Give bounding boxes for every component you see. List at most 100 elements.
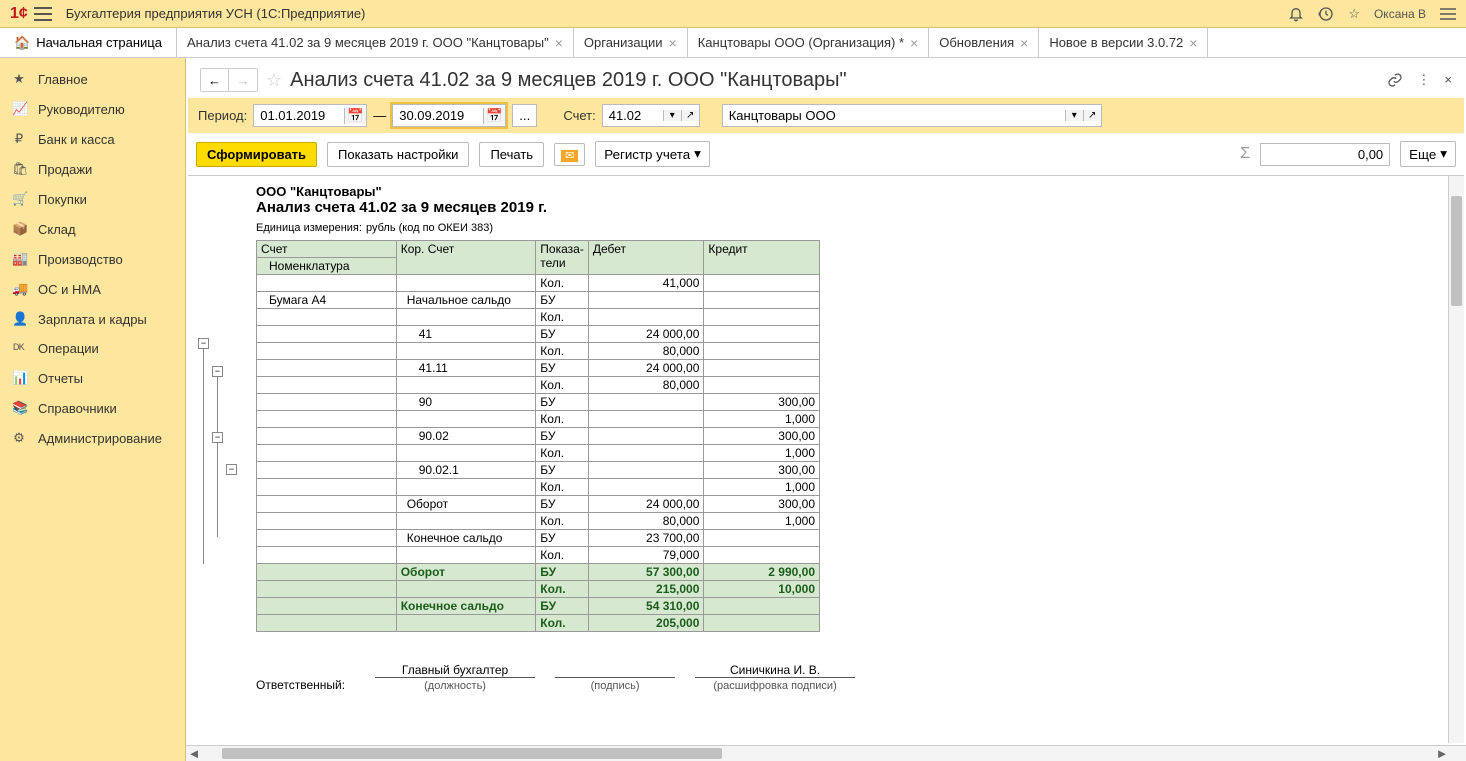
table-row[interactable]: Кол.: [257, 309, 820, 326]
date-to-input[interactable]: [393, 105, 483, 126]
tree-collapse-icon[interactable]: −: [198, 338, 209, 349]
table-row[interactable]: 41.11БУ24 000,00: [257, 360, 820, 377]
sidebar-item-warehouse[interactable]: 📦Склад: [0, 214, 185, 244]
tab-new-version[interactable]: Новое в версии 3.0.72 ×: [1039, 28, 1208, 57]
nav-back-button[interactable]: ←: [201, 69, 229, 91]
col-account: Счет: [257, 241, 397, 258]
chevron-down-icon[interactable]: ▾: [1065, 110, 1083, 121]
account-field[interactable]: ▾ ↗: [602, 104, 700, 127]
sidebar-item-label: Производство: [38, 252, 123, 267]
date-from-input[interactable]: [254, 105, 344, 126]
sidebar-item-hr[interactable]: 👤Зарплата и кадры: [0, 304, 185, 334]
close-icon[interactable]: ×: [669, 36, 677, 50]
sidebar-item-directories[interactable]: 📚Справочники: [0, 393, 185, 423]
col-indicators: Показа-тели: [536, 241, 589, 275]
sidebar-item-admin[interactable]: ⚙Администрирование: [0, 423, 185, 453]
open-icon[interactable]: ↗: [681, 110, 699, 121]
table-row[interactable]: 90.02БУ300,00: [257, 428, 820, 445]
table-row[interactable]: Конечное сальдоБУ23 700,00: [257, 530, 820, 547]
sidebar-item-sales[interactable]: 🛍Продажи: [0, 154, 185, 184]
report-table: Счет Кор. Счет Показа-тели Дебет Кредит …: [256, 240, 820, 632]
register-button[interactable]: Регистр учета ▾: [595, 141, 710, 167]
home-icon: 🏠: [14, 35, 30, 51]
period-select-button[interactable]: ...: [512, 104, 537, 127]
sidebar-item-purchases[interactable]: 🛒Покупки: [0, 184, 185, 214]
account-input[interactable]: [603, 105, 663, 126]
close-icon[interactable]: ×: [1020, 36, 1028, 50]
table-row[interactable]: ОборотБУ24 000,00300,00: [257, 496, 820, 513]
tab-analysis[interactable]: Анализ счета 41.02 за 9 месяцев 2019 г. …: [177, 28, 574, 57]
table-row[interactable]: Кол.79,000: [257, 547, 820, 564]
sidebar-item-main[interactable]: ★Главное: [0, 64, 185, 94]
email-button[interactable]: ✉: [554, 143, 585, 166]
cart-icon: 🛒: [12, 191, 26, 207]
tab-updates[interactable]: Обновления ×: [929, 28, 1039, 57]
close-icon[interactable]: ×: [910, 36, 918, 50]
calendar-icon[interactable]: 📅: [344, 108, 366, 124]
tab-org-card[interactable]: Канцтовары ООО (Организация) * ×: [688, 28, 930, 57]
table-row[interactable]: 41БУ24 000,00: [257, 326, 820, 343]
star-icon[interactable]: ☆: [1348, 6, 1360, 22]
sidebar-item-bank[interactable]: ₽Банк и касса: [0, 124, 185, 154]
table-row[interactable]: Кол.41,000: [257, 275, 820, 292]
date-to-field[interactable]: 📅: [392, 104, 506, 127]
tree-collapse-icon[interactable]: −: [212, 432, 223, 443]
panel-icon[interactable]: [1440, 8, 1456, 20]
table-row[interactable]: Бумага А4Начальное сальдоБУ: [257, 292, 820, 309]
tab-label: Новое в версии 3.0.72: [1049, 35, 1183, 50]
page-title: Анализ счета 41.02 за 9 месяцев 2019 г. …: [290, 69, 1379, 92]
sidebar-item-label: Банк и касса: [38, 132, 115, 147]
table-row[interactable]: Кол.1,000: [257, 445, 820, 462]
settings-button[interactable]: Показать настройки: [327, 142, 469, 167]
open-icon[interactable]: ↗: [1083, 110, 1101, 121]
table-row[interactable]: Кол.1,000: [257, 479, 820, 496]
table-row[interactable]: 90.02.1БУ300,00: [257, 462, 820, 479]
close-icon[interactable]: ×: [1189, 36, 1197, 50]
tree-collapse-icon[interactable]: −: [226, 464, 237, 475]
table-row[interactable]: Кол.1,000: [257, 411, 820, 428]
sidebar-item-operations[interactable]: ᴰᴷОперации: [0, 334, 185, 363]
dk-icon: ᴰᴷ: [12, 341, 26, 356]
tree-collapse-icon[interactable]: −: [212, 366, 223, 377]
table-row[interactable]: Кол.80,000: [257, 343, 820, 360]
table-row[interactable]: Кол.80,0001,000: [257, 513, 820, 530]
tab-label: Начальная страница: [36, 35, 162, 50]
dash: —: [373, 108, 386, 123]
user-label[interactable]: Оксана В: [1374, 7, 1426, 21]
print-button[interactable]: Печать: [479, 142, 544, 167]
table-row[interactable]: Кол.80,000: [257, 377, 820, 394]
scrollbar-vertical[interactable]: [1448, 176, 1464, 743]
col-nomenclature: Номенклатура: [257, 258, 397, 275]
org-input[interactable]: [723, 105, 1065, 126]
measure-value: рубль (код по ОКЕИ 383): [366, 222, 493, 234]
table-total-row: Кол.205,000: [257, 615, 820, 632]
sidebar-item-manager[interactable]: 📈Руководителю: [0, 94, 185, 124]
scroll-right-icon[interactable]: ►: [1434, 746, 1450, 761]
scrollbar-horizontal[interactable]: ◄ ►: [186, 745, 1466, 761]
close-icon[interactable]: ×: [555, 36, 563, 50]
org-field[interactable]: ▾ ↗: [722, 104, 1102, 127]
chevron-down-icon[interactable]: ▾: [663, 110, 681, 121]
menu-icon[interactable]: [34, 7, 52, 21]
close-icon[interactable]: ×: [1444, 72, 1452, 88]
history-icon[interactable]: [1318, 6, 1334, 22]
bell-icon[interactable]: [1288, 6, 1304, 22]
favorite-icon[interactable]: ☆: [266, 70, 282, 91]
sidebar-item-production[interactable]: 🏭Производство: [0, 244, 185, 274]
nav-buttons: ← →: [200, 68, 258, 92]
date-from-field[interactable]: 📅: [253, 104, 367, 127]
kebab-icon[interactable]: ⋮: [1417, 72, 1430, 88]
sidebar-item-reports[interactable]: 📊Отчеты: [0, 363, 185, 393]
bars-icon: 📊: [12, 370, 26, 386]
nav-forward-button[interactable]: →: [229, 69, 257, 91]
link-icon[interactable]: [1387, 72, 1403, 88]
sum-input[interactable]: [1260, 143, 1390, 166]
more-button[interactable]: Еще ▾: [1400, 141, 1456, 167]
scroll-left-icon[interactable]: ◄: [186, 746, 202, 761]
tab-organizations[interactable]: Организации ×: [574, 28, 688, 57]
tab-home[interactable]: 🏠 Начальная страница: [0, 28, 177, 57]
calendar-icon[interactable]: 📅: [483, 108, 505, 124]
sidebar-item-assets[interactable]: 🚚ОС и НМА: [0, 274, 185, 304]
form-button[interactable]: Сформировать: [196, 142, 317, 167]
table-row[interactable]: 90БУ300,00: [257, 394, 820, 411]
